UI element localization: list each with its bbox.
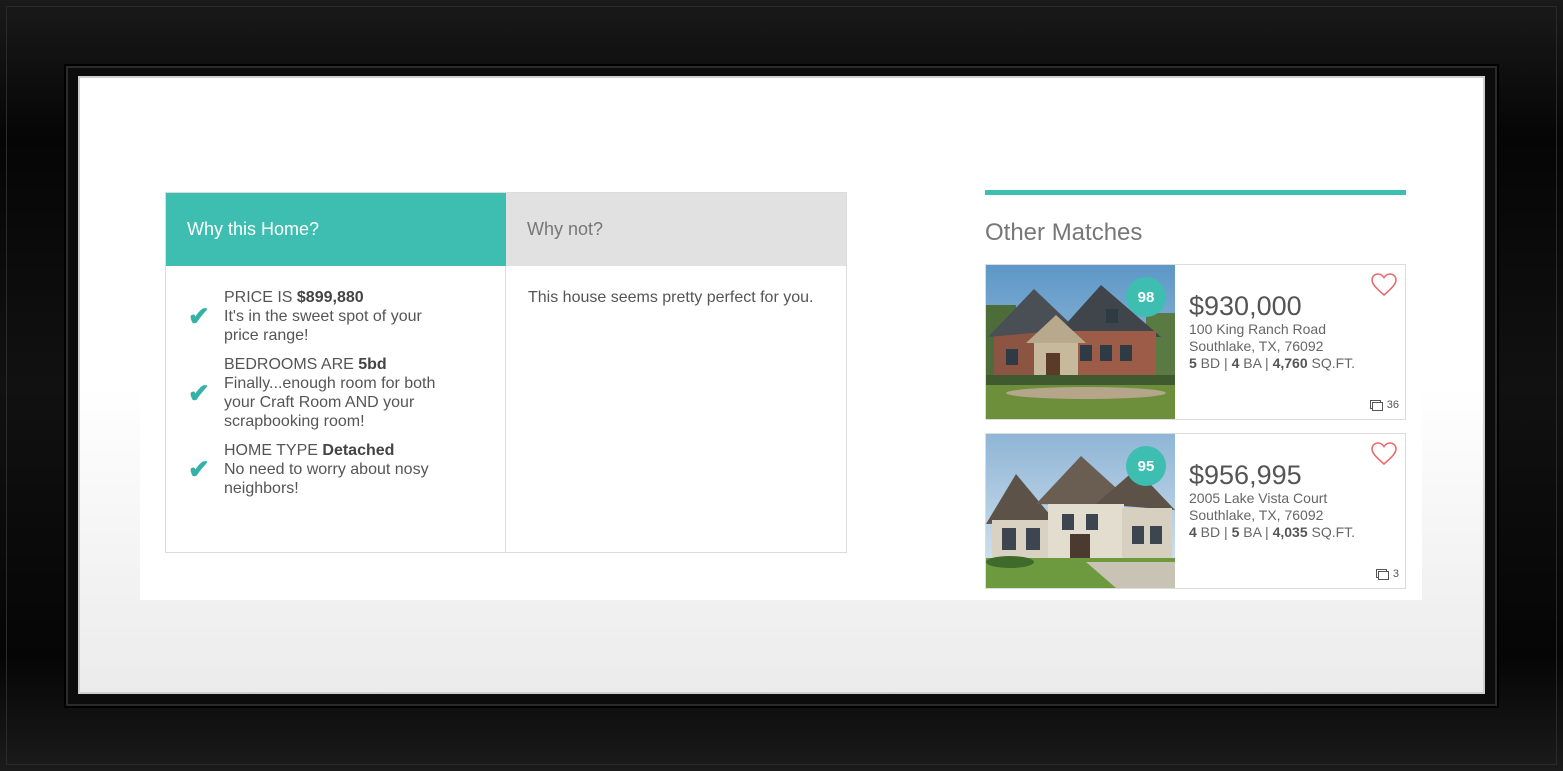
reason-label: BEDROOMS ARE <box>224 356 359 373</box>
tab-why-label: Why this Home? <box>187 219 320 239</box>
beds-unit: BD | <box>1196 355 1232 371</box>
tab-why-not-label: Why not? <box>527 219 604 239</box>
check-icon: ✔ <box>188 454 210 484</box>
reason-item: ✔ HOME TYPE Detached No need to worry ab… <box>188 441 483 498</box>
baths-unit: BA | <box>1239 355 1273 371</box>
reason-text: HOME TYPE Detached No need to worry abou… <box>224 441 464 498</box>
accent-bar <box>985 190 1406 195</box>
reason-title: PRICE IS $899,880 <box>224 288 454 307</box>
listing-city: Southlake, TX, 76092 <box>1189 338 1324 354</box>
reason-desc: No need to worry about nosy neighbors! <box>224 461 429 497</box>
card-info: $930,000 100 King Ranch Road Southlake, … <box>1175 265 1405 419</box>
why-reasons: ✔ PRICE IS $899,880 It's in the sweet sp… <box>166 266 506 552</box>
match-score-badge: 98 <box>1126 277 1166 317</box>
listing-specs: 4 BD | 5 BA | 4,035 SQ.FT. <box>1189 524 1405 541</box>
heart-icon[interactable] <box>1371 273 1397 297</box>
reason-label: HOME TYPE <box>224 442 323 459</box>
reason-title: HOME TYPE Detached <box>224 441 464 460</box>
card-info: $956,995 2005 Lake Vista Court Southlake… <box>1175 434 1405 588</box>
reason-text: PRICE IS $899,880 It's in the sweet spot… <box>224 288 454 345</box>
listing-specs: 5 BD | 4 BA | 4,760 SQ.FT. <box>1189 355 1405 372</box>
why-tabs: Why this Home? Why not? <box>166 193 846 266</box>
sqft-value: 4,760 <box>1272 355 1308 371</box>
photo-count-value: 36 <box>1386 399 1399 411</box>
listing-street: 2005 Lake Vista Court <box>1189 490 1328 506</box>
match-card[interactable]: 95 $956,995 2005 Lake Vista Court Southl… <box>985 433 1406 589</box>
check-icon: ✔ <box>188 301 210 331</box>
beds-unit: BD | <box>1196 524 1232 540</box>
check-icon: ✔ <box>188 377 210 408</box>
reason-label: PRICE IS <box>224 289 297 306</box>
beds-value: 4 <box>1189 524 1197 540</box>
reason-item: ✔ PRICE IS $899,880 It's in the sweet sp… <box>188 288 483 345</box>
why-not-column: This house seems pretty perfect for you. <box>506 266 846 552</box>
reason-item: ✔ BEDROOMS ARE 5bd Finally...enough room… <box>188 355 483 431</box>
match-card[interactable]: 98 $930,000 100 King Ranch Road Southlak… <box>985 264 1406 420</box>
other-matches: Other Matches 98 $930,000 100 King Ranch… <box>985 190 1406 602</box>
listing-street: 100 King Ranch Road <box>1189 321 1326 337</box>
listing-city: Southlake, TX, 76092 <box>1189 507 1324 523</box>
tab-why-not[interactable]: Why not? <box>506 193 846 266</box>
why-panel: Why this Home? Why not? ✔ PRICE IS $899,… <box>165 192 847 553</box>
photos-icon <box>1375 568 1389 580</box>
reason-text: BEDROOMS ARE 5bd Finally...enough room f… <box>224 355 464 431</box>
beds-value: 5 <box>1189 355 1197 371</box>
reason-value: Detached <box>322 442 395 459</box>
photos-icon <box>1369 399 1383 411</box>
photo-count[interactable]: 36 <box>1369 399 1399 411</box>
house-photo[interactable]: 98 <box>986 265 1175 419</box>
house-photo[interactable]: 95 <box>986 434 1175 588</box>
reason-value: $899,880 <box>296 289 364 306</box>
tab-why-this-home[interactable]: Why this Home? <box>166 193 506 266</box>
heart-icon[interactable] <box>1371 442 1397 466</box>
reason-value: 5bd <box>358 356 387 373</box>
baths-unit: BA | <box>1239 524 1273 540</box>
sqft-unit: SQ.FT. <box>1307 524 1356 540</box>
other-matches-title: Other Matches <box>985 219 1143 246</box>
photo-count-value: 3 <box>1392 568 1399 580</box>
sqft-unit: SQ.FT. <box>1307 355 1356 371</box>
why-not-text: This house seems pretty perfect for you. <box>528 289 814 306</box>
sqft-value: 4,035 <box>1272 524 1308 540</box>
why-body: ✔ PRICE IS $899,880 It's in the sweet sp… <box>166 266 846 552</box>
reason-desc: It's in the sweet spot of your price ran… <box>224 308 422 344</box>
photo-count[interactable]: 3 <box>1375 568 1399 580</box>
reason-desc: Finally...enough room for both your Craf… <box>224 375 436 430</box>
reason-title: BEDROOMS ARE 5bd <box>224 355 464 374</box>
match-score-badge: 95 <box>1126 446 1166 486</box>
